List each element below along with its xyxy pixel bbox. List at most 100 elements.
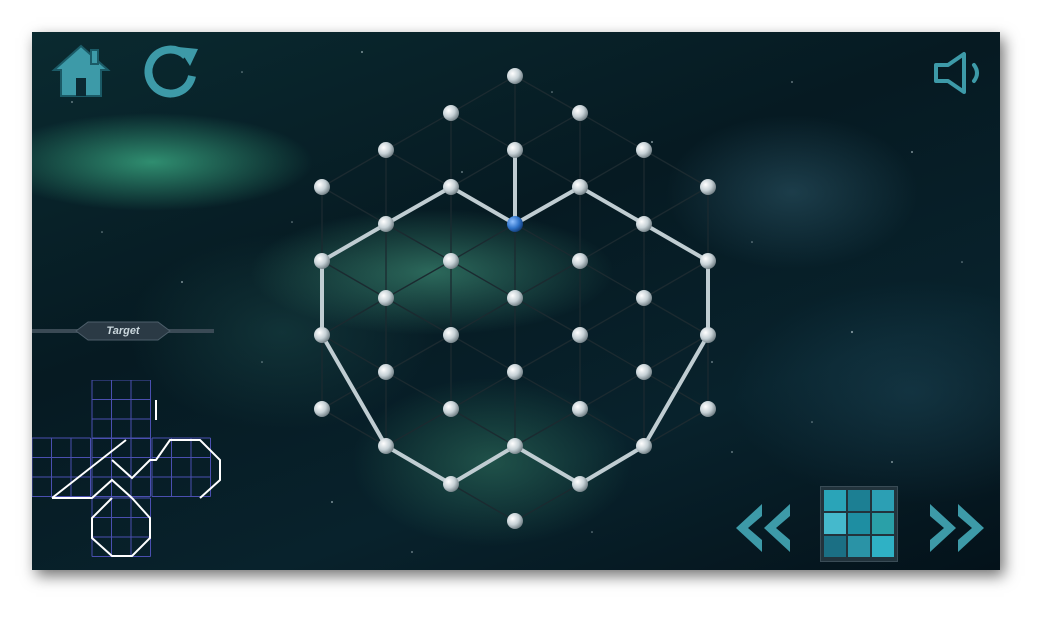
level-tile [848,513,870,534]
board-node[interactable] [636,438,652,454]
board-node[interactable] [636,216,652,232]
grid-line [321,149,387,188]
home-button[interactable] [48,42,114,100]
board-node[interactable] [314,401,330,417]
sound-button[interactable] [930,50,988,96]
board-node[interactable] [572,327,588,343]
restart-button[interactable] [140,42,204,104]
drawn-line [513,444,582,486]
board-node[interactable] [636,142,652,158]
grid-line [385,112,452,151]
board-node[interactable] [507,290,523,306]
board-node[interactable] [700,179,716,195]
target-path [51,400,221,557]
board-node[interactable] [700,327,716,343]
home-icon [51,44,111,97]
board-node[interactable] [507,68,523,84]
drawn-line [578,444,646,486]
board-node[interactable] [314,179,330,195]
grid-line [450,223,516,262]
board-node[interactable] [700,401,716,417]
board-node[interactable] [443,327,459,343]
board-node[interactable] [443,401,459,417]
board-node[interactable] [443,253,459,269]
grid-line [643,186,709,225]
grid-line [385,223,452,262]
target-label: Target [106,325,140,337]
board-node[interactable] [572,179,588,195]
board-node[interactable] [378,364,394,380]
grid-line [321,186,387,225]
speaker-icon [934,52,979,94]
grid-line [385,334,452,373]
grid-line [579,112,645,151]
board-node[interactable] [507,364,523,380]
double-chevron-right-icon [930,504,984,552]
grid-line [385,408,452,447]
grid-line [450,112,516,151]
grid-line [450,75,516,114]
board-node[interactable] [378,142,394,158]
drawn-line [320,222,388,263]
board-node[interactable] [507,438,523,454]
grid-line [385,297,452,336]
grid-line [514,371,581,410]
grid-line [514,75,581,114]
board-node[interactable] [378,290,394,306]
grid-line [514,297,581,336]
grid-line [450,260,516,299]
level-tile [824,490,846,511]
grid-line [579,371,645,410]
level-tile [824,536,846,557]
grid-line [579,223,645,262]
grid-line [579,149,645,188]
board-node[interactable] [443,476,459,492]
double-chevron-left-icon [736,504,790,552]
board-node[interactable] [443,105,459,121]
grid-line [514,408,581,447]
grid-line [514,223,581,262]
grid-line [643,297,709,336]
level-select-button[interactable] [819,485,899,563]
board-node[interactable] [314,253,330,269]
selected-node[interactable] [507,216,523,232]
board-node[interactable] [443,179,459,195]
board-node[interactable] [572,105,588,121]
drawn-line [449,185,517,226]
grid-line [579,260,645,299]
grid-line [514,260,581,299]
board-node[interactable] [314,327,330,343]
grid-line [450,334,516,373]
grid-line [321,297,387,336]
drawn-line [578,185,646,226]
grid-line [450,371,516,410]
grid-line [514,483,581,522]
grid-line [385,149,452,188]
level-tile [824,513,846,534]
drawn-line [642,222,710,263]
next-level-button[interactable] [926,502,988,554]
grid-line [514,149,581,188]
level-tile [848,536,870,557]
board-node[interactable] [378,216,394,232]
restart-icon [144,45,198,98]
previous-level-button[interactable] [732,502,794,554]
board-node[interactable] [700,253,716,269]
board-node[interactable] [572,253,588,269]
level-tile [872,513,894,534]
drawn-line [642,333,710,448]
board-node[interactable] [636,364,652,380]
board-node[interactable] [378,438,394,454]
board-node[interactable] [507,142,523,158]
drawn-line [449,444,517,486]
grid-line [450,408,516,447]
board-node[interactable] [507,513,523,529]
grid-line [321,260,387,299]
drawn-line [384,444,453,486]
board-node[interactable] [572,476,588,492]
drawn-line [320,333,388,448]
board-node[interactable] [636,290,652,306]
board-node[interactable] [572,401,588,417]
target-panel-header: Target [32,320,214,342]
game-screen: Target [32,32,1000,570]
